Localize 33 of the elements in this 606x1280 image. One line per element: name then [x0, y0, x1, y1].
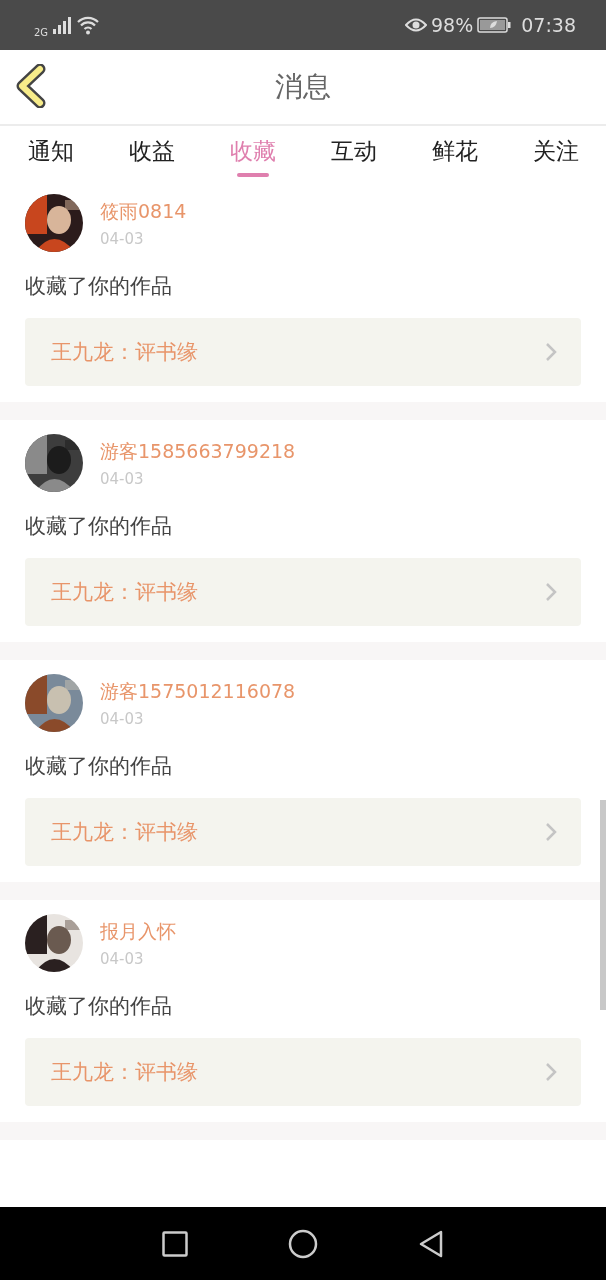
user-name[interactable]: 游客1585663799218 [100, 438, 296, 465]
chevron-icon [545, 342, 557, 362]
message-text: 收藏了你的作品 [25, 993, 173, 1020]
message-text: 收藏了你的作品 [25, 273, 173, 300]
chevron-icon [545, 822, 557, 842]
tab[interactable]: 收藏 [202, 126, 303, 180]
network-label: 2G [34, 26, 49, 38]
eye-icon [405, 17, 427, 33]
user-name[interactable]: 游客1575012116078 [100, 678, 296, 705]
work-link[interactable]: 王九龙：评书缘 [25, 1038, 581, 1106]
tab[interactable]: 通知 [0, 126, 101, 180]
clock-time: 07:38 [521, 14, 576, 36]
signal-icon [52, 16, 73, 34]
chevron-icon [545, 1062, 557, 1082]
page-title: 消息 [275, 69, 331, 105]
work-link[interactable]: 王九龙：评书缘 [25, 558, 581, 626]
back-nav-button[interactable] [418, 1229, 444, 1258]
message-text: 收藏了你的作品 [25, 753, 173, 780]
battery-icon [477, 17, 512, 33]
recent-apps-button[interactable] [162, 1230, 188, 1257]
home-button[interactable] [288, 1228, 318, 1259]
tab[interactable]: 鲜花 [404, 126, 505, 180]
tab[interactable]: 关注 [505, 126, 606, 180]
wifi-icon [76, 15, 101, 35]
chevron-icon [545, 582, 557, 602]
work-link[interactable]: 王九龙：评书缘 [25, 318, 581, 386]
user-name[interactable]: 筱雨0814 [100, 198, 187, 225]
message-text: 收藏了你的作品 [25, 513, 173, 540]
user-name[interactable]: 报月入怀 [100, 918, 176, 945]
battery-percent: 98% [431, 14, 474, 36]
work-link[interactable]: 王九龙：评书缘 [25, 798, 581, 866]
tab[interactable]: 互动 [303, 126, 404, 180]
tab[interactable]: 收益 [101, 126, 202, 180]
